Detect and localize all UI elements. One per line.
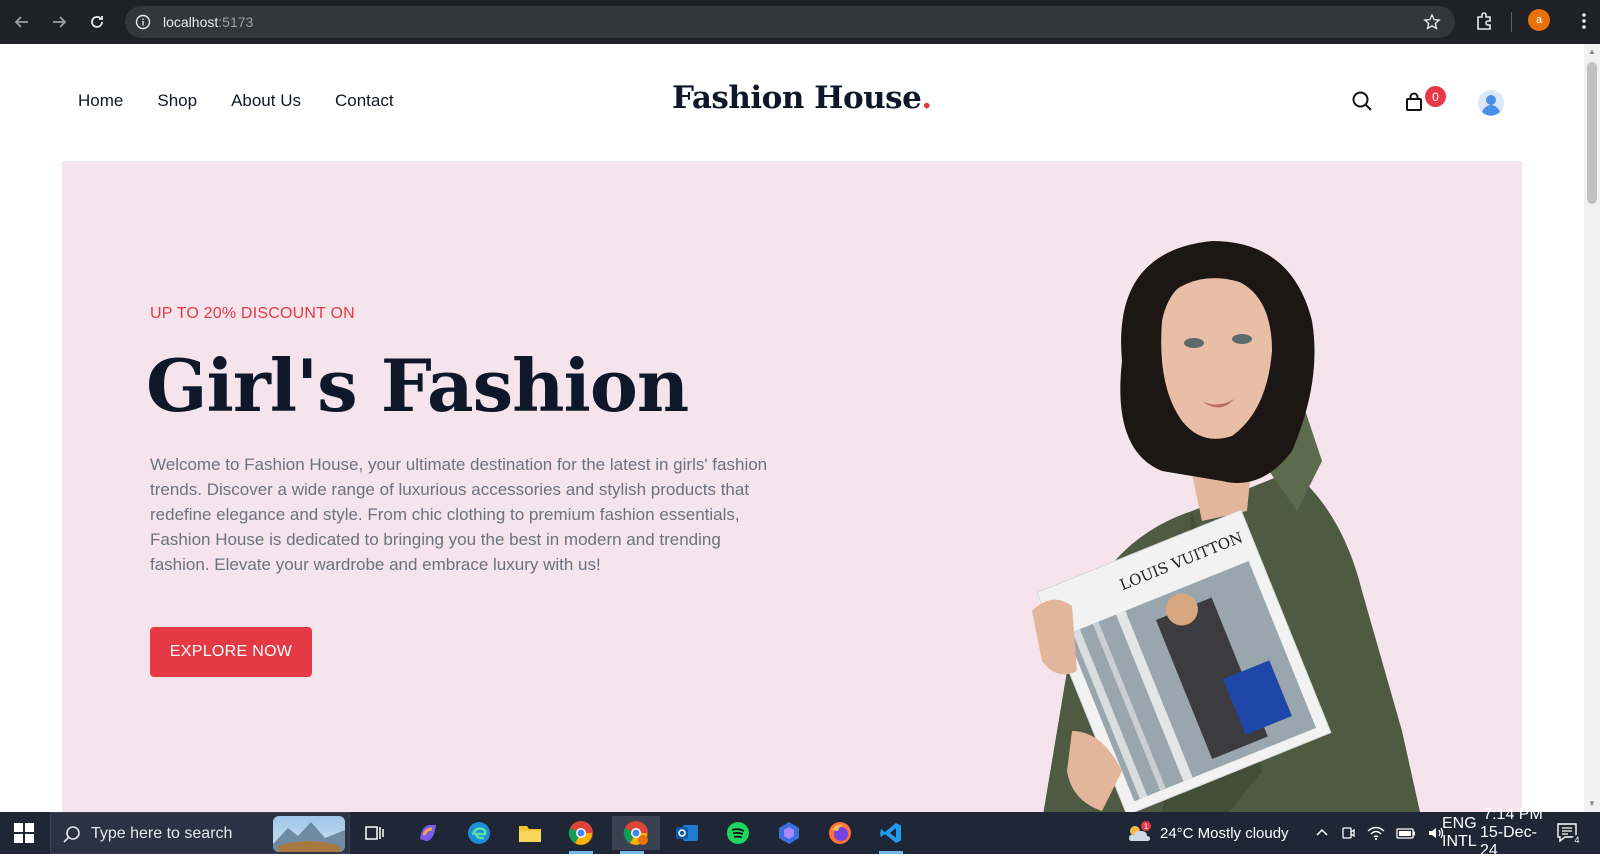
weather-widget[interactable]: 1 24°C Mostly cloudy xyxy=(1126,812,1289,854)
outlook-icon xyxy=(676,825,698,841)
weather-alert-badge: 1 xyxy=(1144,822,1149,831)
cart-count-badge: 0 xyxy=(1425,86,1446,107)
nav-about-us[interactable]: About Us xyxy=(231,91,301,111)
explore-now-button[interactable]: EXPLORE NOW xyxy=(150,627,312,677)
taskbar-copilot[interactable] xyxy=(408,816,448,850)
taskbar-firefox[interactable] xyxy=(820,816,860,850)
search-placeholder: Type here to search xyxy=(91,825,233,842)
web-page: Home Shop About Us Contact Fashion House… xyxy=(0,44,1584,812)
brand-dot: . xyxy=(921,80,932,116)
nav-shop[interactable]: Shop xyxy=(157,91,197,111)
reload-icon xyxy=(91,16,103,28)
spotify-icon xyxy=(727,822,749,844)
taskbar-edge[interactable] xyxy=(459,816,499,850)
taskbar-chrome[interactable] xyxy=(561,816,601,854)
chevron-up-icon[interactable] xyxy=(1315,826,1329,840)
arrow-right-icon xyxy=(53,16,67,28)
address-bar[interactable]: localhost:5173 xyxy=(125,6,1455,38)
hero-model-image: LOUIS VUITTON xyxy=(1032,241,1420,812)
search-highlight-image[interactable] xyxy=(273,816,345,852)
page-scrollbar[interactable]: ▲ ▼ xyxy=(1584,44,1600,812)
clock-time: 7:14 PM xyxy=(1483,806,1543,823)
task-view-button[interactable] xyxy=(355,816,395,850)
browser-toolbar: localhost:5173 a xyxy=(0,0,1600,44)
user-avatar-icon[interactable] xyxy=(1478,90,1504,116)
notification-count: 4 xyxy=(1574,835,1579,845)
arrow-left-icon xyxy=(14,16,28,28)
brand-logo[interactable]: Fashion House. xyxy=(672,80,932,116)
hero-banner: UP TO 20% DISCOUNT ON Girl's Fashion Wel… xyxy=(62,161,1522,812)
windows-taskbar: Type here to search 1 24°C Mostly cloudy xyxy=(0,806,1600,859)
taskbar-search[interactable]: Type here to search xyxy=(50,812,350,854)
scrollbar-thumb[interactable] xyxy=(1587,62,1597,204)
firefox-icon xyxy=(829,822,851,844)
windows-logo-icon xyxy=(14,823,34,843)
clock[interactable]: 7:14 PM 15-Dec-24 xyxy=(1480,806,1546,859)
file-explorer-icon xyxy=(519,826,541,842)
taskbar-spotify[interactable] xyxy=(718,816,758,850)
wifi-icon[interactable] xyxy=(1367,825,1385,841)
copilot-icon xyxy=(420,825,436,841)
taskbar-vscode[interactable] xyxy=(871,816,911,854)
system-tray xyxy=(1315,812,1445,854)
hero-eyebrow: UP TO 20% DISCOUNT ON xyxy=(150,305,355,322)
edge-icon xyxy=(468,822,490,844)
keyboard-layout: INTL xyxy=(1442,833,1477,850)
input-language[interactable]: ENG INTL xyxy=(1442,812,1477,854)
clock-date: 15-Dec-24 xyxy=(1480,824,1537,859)
back-button[interactable] xyxy=(9,9,35,35)
nav-contact[interactable]: Contact xyxy=(335,91,394,111)
reload-button[interactable] xyxy=(84,9,110,35)
menu-kebab-icon[interactable] xyxy=(1580,10,1588,32)
profile-avatar[interactable]: a xyxy=(1528,9,1550,31)
search-icon[interactable] xyxy=(1351,90,1373,112)
vscode-icon xyxy=(880,823,901,843)
taskbar-outlook[interactable] xyxy=(667,816,707,850)
extensions-icon[interactable] xyxy=(1474,10,1496,32)
url-text: localhost:5173 xyxy=(163,14,254,30)
hero-description: Welcome to Fashion House, your ultimate … xyxy=(150,455,768,574)
scroll-up-arrow-icon[interactable]: ▲ xyxy=(1588,48,1596,56)
pc-manager-icon xyxy=(779,822,799,844)
start-button[interactable] xyxy=(0,812,48,854)
language-code: ENG xyxy=(1442,815,1477,832)
chrome-icon xyxy=(568,821,593,845)
notification-icon: 4 xyxy=(1557,823,1582,845)
meet-now-icon[interactable] xyxy=(1340,825,1356,841)
nav-home[interactable]: Home xyxy=(78,91,123,111)
search-icon xyxy=(63,826,80,843)
forward-button[interactable] xyxy=(46,9,72,35)
info-icon[interactable] xyxy=(135,14,151,30)
taskbar-chrome-profile[interactable] xyxy=(612,816,660,854)
hero-title: Girl's Fashion xyxy=(146,343,689,428)
task-view-icon xyxy=(365,826,384,840)
toolbar-divider xyxy=(1511,12,1512,32)
scroll-down-arrow-icon[interactable]: ▼ xyxy=(1588,800,1596,808)
battery-icon[interactable] xyxy=(1396,826,1416,840)
weather-text: 24°C Mostly cloudy xyxy=(1160,824,1289,842)
taskbar-pc-manager[interactable] xyxy=(769,816,809,850)
chrome-profile-icon xyxy=(623,821,648,845)
bookmark-star-icon[interactable] xyxy=(1423,13,1441,31)
brand-name: Fashion House xyxy=(672,80,922,116)
cloudy-weather-icon: 1 xyxy=(1129,821,1151,841)
main-nav: Home Shop About Us Contact xyxy=(78,91,394,111)
notification-center[interactable]: 4 xyxy=(1556,812,1582,854)
taskbar-file-explorer[interactable] xyxy=(510,816,550,850)
shopping-bag-icon[interactable] xyxy=(1405,92,1423,112)
